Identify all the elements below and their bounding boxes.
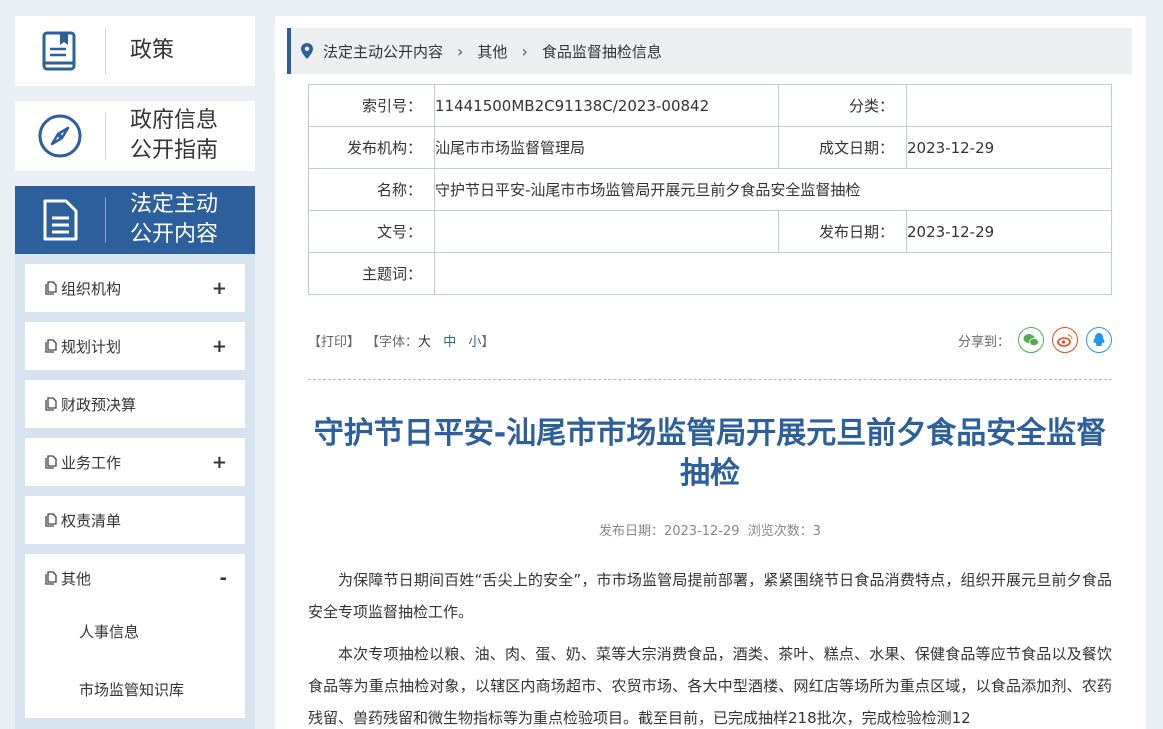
publish-date-value: 2023-12-29: [906, 210, 1112, 253]
expand-icon[interactable]: +: [212, 452, 227, 473]
sidebar-item-label: 规划计划: [61, 337, 122, 356]
sidebar-item-label: 业务工作: [61, 453, 122, 472]
nav-label: 法定主动 公开内容: [106, 190, 218, 250]
docno-value: [434, 210, 779, 253]
publisher-label: 发布机构：: [308, 126, 435, 169]
nav-label-line1: 法定主动: [130, 192, 219, 217]
sidebar: 政策 政府信息 公开指南 法定主动 公开内容 组织机构 + 规划计划 + 财政预…: [15, 16, 255, 729]
category-label: 分类：: [778, 84, 907, 127]
table-row: 文号： 发布日期： 2023-12-29: [308, 210, 1112, 253]
qq-share-icon[interactable]: [1086, 327, 1112, 353]
article-tools: 【打印】 【字体：大 中 小】 分享到：: [308, 327, 1112, 353]
font-prefix: 【字体：: [366, 334, 419, 350]
table-row: 发布机构： 汕尾市市场监督管理局 成文日期： 2023-12-29: [308, 126, 1112, 169]
policy-book-icon: [15, 16, 105, 86]
sidebar-item-planning[interactable]: 规划计划 +: [25, 322, 245, 370]
article-title: 守护节日平安-汕尾市市场监管局开展元旦前夕食品安全监督抽检: [313, 416, 1107, 491]
sidebar-item-budget[interactable]: 财政预决算: [25, 380, 245, 428]
page-icon: [45, 455, 57, 469]
sidebar-item-other: 其他 - 人事信息 市场监管知识库: [25, 554, 245, 718]
article-paragraph: 本次专项抽检以粮、油、肉、蛋、奶、菜等大宗消费食品，酒类、茶叶、糕点、水果、保健…: [308, 645, 1112, 727]
location-pin-icon: [301, 43, 313, 59]
name-label: 名称：: [308, 168, 435, 211]
sidebar-item-organization[interactable]: 组织机构 +: [25, 264, 245, 312]
nav-statutory-content[interactable]: 法定主动 公开内容: [15, 186, 255, 254]
font-suffix: 】: [481, 334, 495, 350]
sidebar-child-personnel[interactable]: 人事信息: [25, 602, 245, 660]
subject-label: 主题词：: [308, 252, 435, 295]
sub-menu: 组织机构 + 规划计划 + 财政预决算 业务工作 + 权责清单 其他 - 人事信…: [15, 254, 255, 729]
subject-value: [434, 252, 1112, 295]
sidebar-item-other-header[interactable]: 其他 -: [25, 554, 245, 602]
category-value: [906, 84, 1112, 127]
nav-label-line1: 政府信息: [130, 108, 219, 133]
table-row: 索引号： 11441500MB2C91138C/2023-00842 分类：: [308, 84, 1112, 127]
share-label: 分享到：: [957, 334, 1010, 350]
article-paragraph: 为保障节日期间百姓“舌尖上的安全”，市市场监管局提前部署，紧紧围绕节日食品消费特…: [308, 571, 1112, 621]
nav-label: 政策: [130, 38, 175, 63]
name-value: 守护节日平安-汕尾市市场监管局开展元旦前夕食品安全监督抽检: [434, 168, 1112, 211]
article-meta: 发布日期：2023-12-29 浏览次数：3: [598, 524, 822, 539]
divider: [308, 379, 1112, 380]
sidebar-item-label: 权责清单: [61, 511, 122, 530]
expand-icon[interactable]: +: [212, 278, 227, 299]
wechat-share-icon[interactable]: [1018, 327, 1044, 353]
sidebar-item-label: 财政预决算: [61, 395, 137, 414]
main-content: 法定主动公开内容 › 其他 › 食品监督抽检信息 索引号： 11441500MB…: [275, 16, 1146, 729]
publisher-value: 汕尾市市场监督管理局: [434, 126, 779, 169]
page-icon: [45, 571, 57, 585]
document-icon: [15, 186, 105, 254]
sidebar-child-knowledge-base[interactable]: 市场监管知识库: [25, 660, 245, 718]
nav-guide[interactable]: 政府信息 公开指南: [15, 101, 255, 171]
sidebar-item-business[interactable]: 业务工作 +: [25, 438, 245, 486]
chevron-right-icon: ›: [521, 41, 528, 61]
nav-label: 政府信息 公开指南: [106, 106, 218, 166]
table-row: 名称： 守护节日平安-汕尾市市场监管局开展元旦前夕食品安全监督抽检: [308, 168, 1112, 211]
created-date-value: 2023-12-29: [906, 126, 1112, 169]
nav-label-line2: 公开指南: [130, 138, 219, 163]
table-row: 主题词：: [308, 252, 1112, 295]
compass-icon: [15, 101, 105, 171]
page-icon: [45, 339, 57, 353]
weibo-share-icon[interactable]: [1052, 327, 1078, 353]
chevron-right-icon: ›: [457, 41, 464, 61]
index-label: 索引号：: [308, 84, 435, 127]
breadcrumb-item[interactable]: 其他: [477, 41, 507, 62]
nav-policy[interactable]: 政策: [15, 16, 255, 86]
sidebar-item-label: 其他: [61, 569, 92, 588]
font-small-button[interactable]: 小: [468, 335, 481, 350]
info-table: 索引号： 11441500MB2C91138C/2023-00842 分类： 发…: [308, 84, 1112, 295]
sidebar-item-label: 组织机构: [61, 279, 122, 298]
font-large-button[interactable]: 大: [418, 335, 431, 350]
docno-label: 文号：: [308, 210, 435, 253]
breadcrumb-item[interactable]: 法定主动公开内容: [323, 41, 443, 62]
index-value: 11441500MB2C91138C/2023-00842: [434, 84, 779, 127]
publish-date-label: 发布日期：: [778, 210, 907, 253]
collapse-icon[interactable]: -: [220, 568, 227, 589]
created-date-label: 成文日期：: [778, 126, 907, 169]
expand-icon[interactable]: +: [212, 336, 227, 357]
page-icon: [45, 397, 57, 411]
sidebar-item-responsibility[interactable]: 权责清单: [25, 496, 245, 544]
nav-label-line2: 公开内容: [130, 222, 219, 247]
page-icon: [45, 513, 57, 527]
print-button[interactable]: 【打印】: [308, 331, 360, 350]
breadcrumb-item[interactable]: 食品监督抽检信息: [542, 41, 662, 62]
page-icon: [45, 281, 57, 295]
font-size-control: 【字体：大 中 小】: [366, 331, 494, 350]
font-medium-button[interactable]: 中: [443, 335, 456, 350]
breadcrumb: 法定主动公开内容 › 其他 › 食品监督抽检信息: [287, 28, 1132, 74]
